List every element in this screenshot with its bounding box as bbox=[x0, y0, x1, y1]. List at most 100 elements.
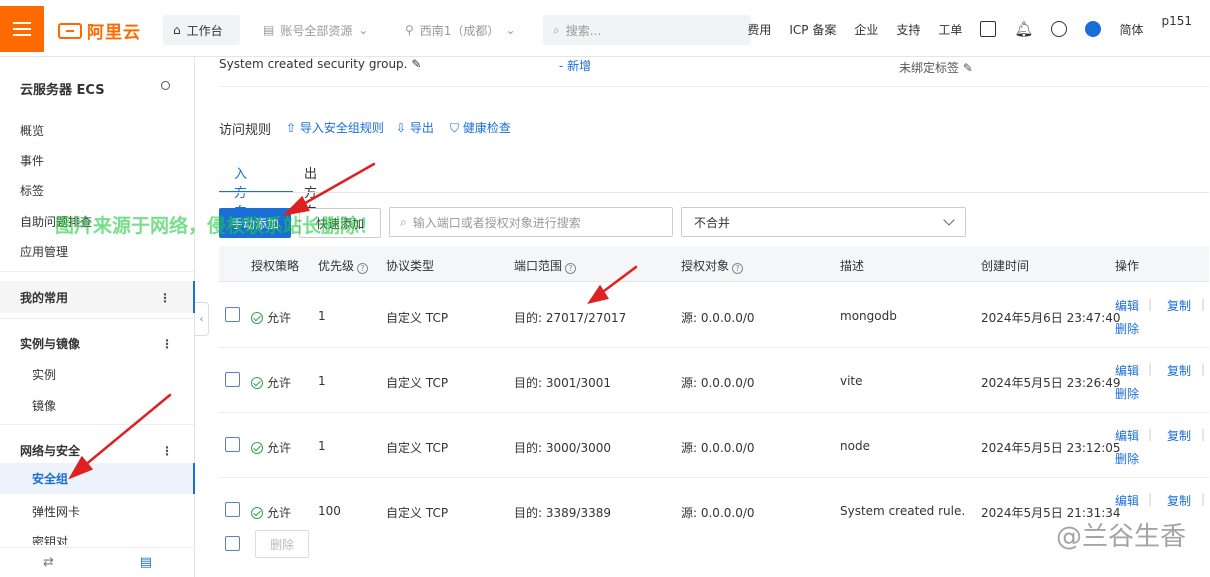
ai-assistant-icon[interactable] bbox=[1085, 21, 1102, 37]
region-label: 西南1（成都） bbox=[419, 23, 500, 38]
row-checkbox[interactable] bbox=[225, 307, 240, 322]
col-port: 端口范围? bbox=[514, 257, 577, 274]
sidebar: 云服务器 ECS 概览 事件 标签 自助问题排查 应用管理 我的常用 ⋮ 实例与… bbox=[0, 57, 195, 577]
sidebar-item-overview[interactable]: 概览 bbox=[20, 122, 44, 139]
copy-link[interactable]: 复制 bbox=[1167, 297, 1191, 314]
terminal-icon[interactable] bbox=[980, 21, 997, 37]
account-resources-dropdown[interactable]: ▤ 账号全部资源 ⌄ bbox=[263, 15, 368, 45]
tabs-divider bbox=[219, 192, 1209, 193]
sidebar-item-events[interactable]: 事件 bbox=[20, 152, 44, 169]
delete-link[interactable]: 删除 bbox=[1115, 320, 1139, 337]
health-check-link[interactable]: ⛉ 健康检查 bbox=[450, 119, 511, 136]
divider bbox=[0, 271, 194, 272]
row-checkbox[interactable] bbox=[225, 502, 240, 517]
edit-link[interactable]: 编辑 bbox=[1115, 362, 1139, 379]
chevron-down-icon: ⌄ bbox=[358, 23, 369, 37]
row-checkbox[interactable] bbox=[225, 372, 240, 387]
rules-title: 访问规则 bbox=[219, 123, 272, 138]
sidebar-group-network[interactable]: 网络与安全 ⋮ bbox=[0, 434, 195, 466]
policy-cell: 允许 bbox=[251, 374, 291, 391]
help-icon[interactable]: ? bbox=[357, 263, 369, 274]
sidebar-item-tags[interactable]: 标签 bbox=[20, 182, 44, 199]
aliyun-logo[interactable]: 阿里云 bbox=[58, 18, 141, 43]
top-links: 费用 ICP 备案 企业 支持 工单 🔔︎ 简体 p151 bbox=[747, 14, 1210, 44]
link-enterprise[interactable]: 企业 bbox=[854, 21, 878, 38]
location-icon: ⚲ bbox=[405, 23, 414, 37]
separator: | bbox=[1148, 297, 1153, 311]
overlay-watermark: 图片来源于网络，侵权联系站长删除！ bbox=[55, 215, 379, 237]
workbench-button[interactable]: ⌂ 工作台 bbox=[163, 15, 240, 45]
edit-link[interactable]: 编辑 bbox=[1115, 427, 1139, 444]
add-link[interactable]: - 新增 bbox=[559, 57, 591, 74]
sidebar-group-favorites[interactable]: 我的常用 ⋮ bbox=[0, 281, 195, 313]
more-vertical-icon[interactable]: ⋮ bbox=[161, 337, 173, 351]
edit-tag-icon[interactable]: ✎ bbox=[963, 61, 973, 75]
delete-link[interactable]: 删除 bbox=[1115, 385, 1139, 402]
search-icon: ⌕ bbox=[400, 214, 407, 229]
swap-icon[interactable]: ⇄ bbox=[43, 555, 54, 570]
group-description: System created security group. ✎ bbox=[219, 57, 421, 71]
hamburger-menu-icon[interactable] bbox=[0, 6, 44, 52]
bell-icon[interactable]: 🔔︎ bbox=[1014, 20, 1033, 38]
region-dropdown[interactable]: ⚲ 西南1（成都） ⌄ bbox=[405, 15, 516, 45]
sidebar-item-image[interactable]: 镜像 bbox=[32, 397, 56, 414]
link-ticket[interactable]: 工单 bbox=[938, 21, 962, 38]
check-circle-icon bbox=[251, 312, 263, 324]
select-all-checkbox[interactable] bbox=[225, 536, 240, 551]
link-fees[interactable]: 费用 bbox=[747, 21, 771, 38]
source-cell: 源: 0.0.0.0/0 bbox=[681, 311, 755, 325]
copy-link[interactable]: 复制 bbox=[1167, 362, 1191, 379]
description-cell: node bbox=[840, 439, 870, 453]
health-label: 健康检查 bbox=[462, 121, 511, 135]
help-icon[interactable]: ? bbox=[732, 263, 744, 274]
account-label: 账号全部资源 bbox=[280, 23, 353, 38]
table-row: 允许 1 自定义 TCP 目的: 3001/3001 源: 0.0.0.0/0 … bbox=[219, 348, 1209, 413]
bulk-delete-button[interactable]: 删除 bbox=[255, 530, 309, 558]
source-cell: 源: 0.0.0.0/0 bbox=[681, 441, 755, 455]
delete-link[interactable]: 删除 bbox=[1115, 450, 1139, 467]
rule-search-input[interactable]: ⌕ 输入端口或者授权对象进行搜索 bbox=[389, 207, 673, 237]
policy-cell: 允许 bbox=[251, 504, 291, 521]
policy-cell: 允许 bbox=[251, 439, 291, 456]
sidebar-group-instances[interactable]: 实例与镜像 ⋮ bbox=[0, 327, 195, 359]
link-icp[interactable]: ICP 备案 bbox=[789, 21, 836, 38]
sidebar-item-app-management[interactable]: 应用管理 bbox=[20, 243, 68, 260]
more-vertical-icon[interactable]: ⋮ bbox=[159, 291, 171, 305]
description-text: System created security group. bbox=[219, 57, 408, 71]
user-account[interactable]: p151 bbox=[1161, 14, 1192, 28]
sidebar-item-keypair[interactable]: 密钥对 bbox=[32, 533, 68, 545]
row-checkbox[interactable] bbox=[225, 437, 240, 452]
help-icon[interactable] bbox=[1051, 21, 1068, 37]
col-source: 授权对象? bbox=[681, 257, 744, 274]
sidebar-item-eni[interactable]: 弹性网卡 bbox=[32, 503, 80, 520]
policy-cell: 允许 bbox=[251, 309, 291, 326]
port-cell: 目的: 3000/3000 bbox=[514, 441, 611, 455]
check-circle-icon bbox=[251, 507, 263, 519]
edit-icon[interactable]: ✎ bbox=[411, 57, 421, 71]
search-placeholder: 搜索... bbox=[565, 23, 602, 38]
sidebar-item-instance[interactable]: 实例 bbox=[32, 366, 56, 383]
main-content: System created security group. ✎ - 新增 未绑… bbox=[195, 57, 1210, 577]
global-search-input[interactable]: ⌕ 搜索... bbox=[543, 15, 751, 45]
sidebar-title: 云服务器 ECS bbox=[20, 83, 105, 98]
edit-link[interactable]: 编辑 bbox=[1115, 297, 1139, 314]
sidebar-item-security-group[interactable]: 安全组 bbox=[0, 463, 195, 494]
list-icon[interactable]: ▤ bbox=[140, 555, 152, 570]
copy-link[interactable]: 复制 bbox=[1167, 492, 1191, 509]
created-cell: 2024年5月5日 23:12:05 bbox=[981, 441, 1121, 455]
sidebar-search-icon[interactable] bbox=[161, 81, 170, 90]
col-protocol: 协议类型 bbox=[386, 259, 435, 273]
copy-link[interactable]: 复制 bbox=[1167, 427, 1191, 444]
priority-cell: 1 bbox=[318, 374, 326, 388]
language-switch[interactable]: 简体 bbox=[1119, 21, 1143, 38]
description-cell: vite bbox=[840, 374, 863, 388]
merge-select[interactable]: 不合并 bbox=[681, 207, 966, 237]
link-support[interactable]: 支持 bbox=[896, 21, 920, 38]
help-icon[interactable]: ? bbox=[565, 263, 577, 274]
edit-link[interactable]: 编辑 bbox=[1115, 492, 1139, 509]
export-link[interactable]: ⇩ 导出 bbox=[396, 119, 434, 136]
separator: | bbox=[1148, 362, 1153, 376]
import-rules-link[interactable]: ⇧ 导入安全组规则 bbox=[286, 119, 384, 136]
home-icon: ⌂ bbox=[173, 23, 181, 37]
more-vertical-icon[interactable]: ⋮ bbox=[161, 444, 173, 458]
